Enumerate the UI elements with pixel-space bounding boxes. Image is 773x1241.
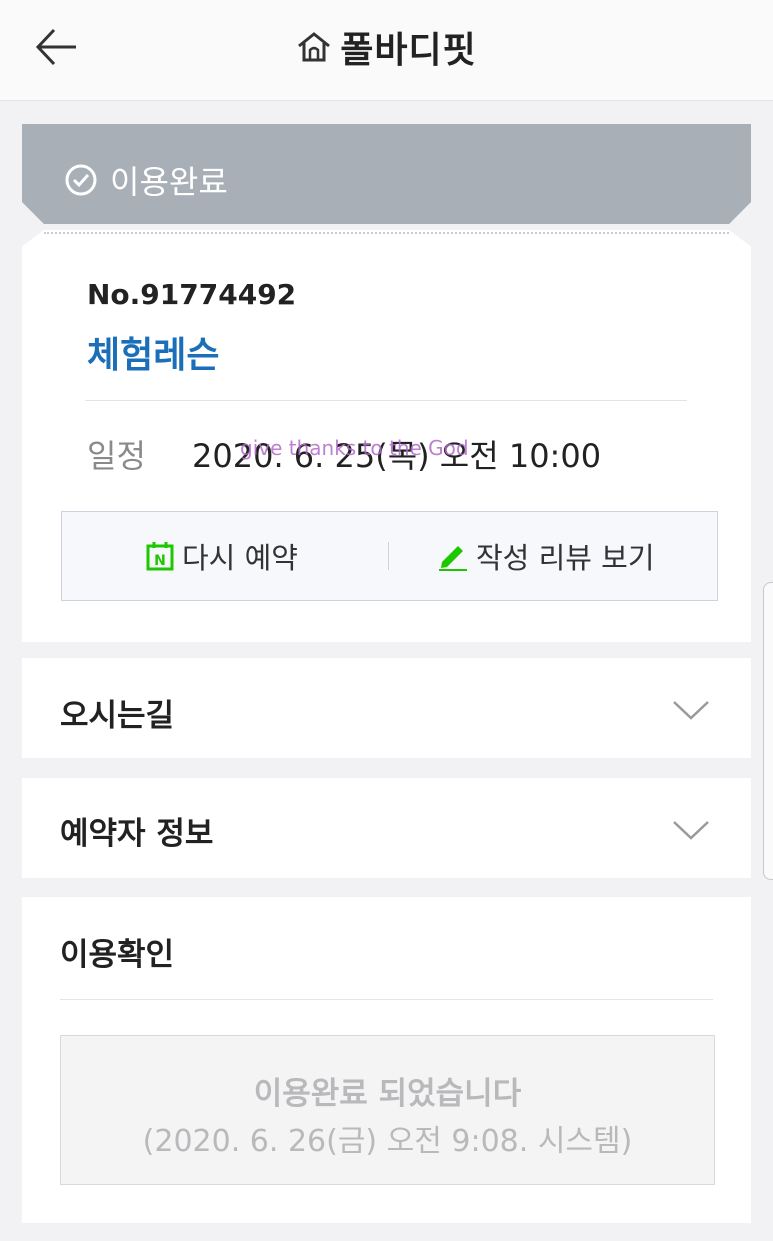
svg-text:N: N [154, 553, 166, 569]
ticket-perforation [44, 232, 729, 234]
check-circle-icon [65, 164, 97, 196]
schedule-label: 일정 [87, 437, 146, 475]
reservation-title[interactable]: 체험레슨 [87, 326, 219, 378]
chevron-down-icon [673, 821, 709, 840]
view-review-label: 작성 리뷰 보기 [476, 541, 655, 575]
status-banner: 이용완료 [22, 124, 751, 224]
directions-title: 오시는길 [60, 698, 175, 734]
naver-calendar-icon: N [146, 542, 174, 571]
reservation-number: No.91774492 [87, 278, 297, 311]
usage-confirm-title: 이용확인 [60, 937, 175, 973]
divider [85, 400, 687, 401]
booker-info-section[interactable]: 예약자 정보 [22, 778, 751, 878]
chevron-down-icon [673, 701, 709, 720]
directions-section[interactable]: 오시는길 [22, 658, 751, 758]
usage-confirm-section: 이용확인 이용완료 되었습니다 (2020. 6. 26(금) 오전 9:08.… [22, 897, 751, 1223]
home-icon [298, 32, 331, 62]
rebook-label: 다시 예약 [182, 541, 298, 575]
rebook-button[interactable]: N 다시 예약 [146, 512, 298, 600]
watermark-text: give thanks to the God [240, 436, 469, 460]
header-title-group[interactable]: 폴바디핏 [0, 22, 773, 72]
usage-confirm-timestamp: (2020. 6. 26(금) 오전 9:08. 시스템) [142, 1124, 633, 1159]
usage-confirm-message: 이용완료 되었습니다 [253, 1076, 522, 1112]
status-label: 이용완료 [110, 163, 228, 201]
booker-info-title: 예약자 정보 [60, 816, 214, 852]
action-separator [388, 542, 389, 570]
view-review-button[interactable]: 작성 리뷰 보기 [436, 512, 655, 600]
page-title: 폴바디핏 [340, 30, 477, 71]
usage-confirm-box: 이용완료 되었습니다 (2020. 6. 26(금) 오전 9:08. 시스템) [60, 1035, 715, 1185]
scroll-handle[interactable] [763, 582, 773, 880]
app-header: 폴바디핏 [0, 0, 773, 101]
reservation-card: No.91774492 체험레슨 일정 2020. 6. 25(목) 오전 10… [22, 230, 751, 642]
pencil-icon [439, 546, 467, 571]
action-bar: N 다시 예약 작성 리뷰 보기 [61, 511, 718, 601]
divider [60, 999, 713, 1000]
